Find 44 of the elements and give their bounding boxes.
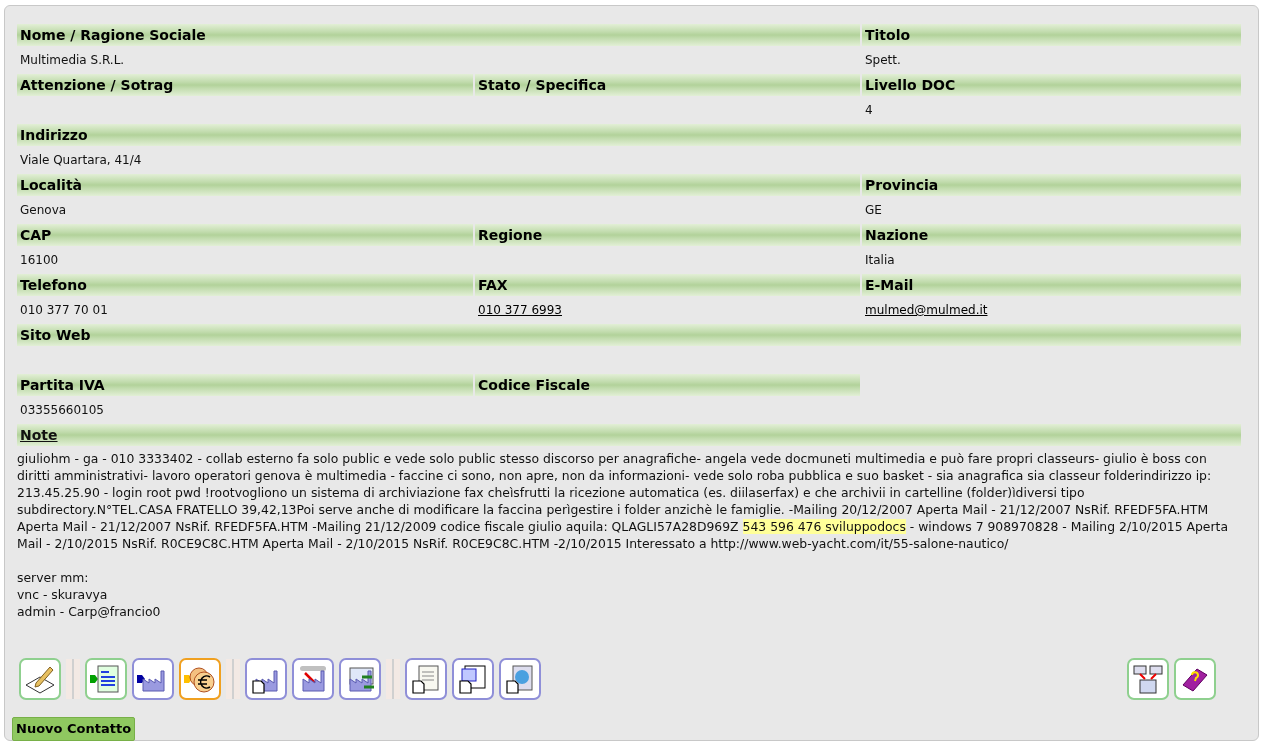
note-line: server mm: [17, 569, 90, 586]
field-header: Provincia [862, 174, 1241, 196]
document-icon[interactable] [85, 658, 127, 700]
field-value: Spett. [865, 52, 901, 69]
field-value: 010 377 70 01 [20, 302, 108, 319]
field-value: 03355660105 [20, 402, 104, 419]
field-header: CAP [17, 224, 473, 246]
field-header: FAX [475, 274, 860, 296]
note-line: admin - Carp@francio0 [17, 603, 162, 620]
field-header: Indirizzo [17, 124, 1241, 146]
new-contact-button[interactable]: Nuovo Contatto [12, 717, 136, 741]
field-value: Genova [20, 202, 67, 219]
field-link[interactable]: mulmed@mulmed.it [865, 301, 988, 319]
field-header: Nazione [862, 224, 1241, 246]
field-value: GE [865, 202, 882, 219]
note-header: Note [17, 424, 1241, 446]
note-text: giuliohm - ga - 010 3333402 - collab esterno fa solo public e vede solo public stesso discorso per anagrafiche- angela vede docmuneti multimedia e può fare propri classeurs- giulio è boss con diritti amministrativi- lavoro operatori genova è multimedia - faccine ci sono, non apre, non da informazioni- vede solo roba pubblica e suo basket - sia anagrafica sia classeur folderindirizzo ip: 213.45.25.90 - login root pwd !rootvogliono un sistema di archiviazione fax cheìsfrutti la ricezione automatica (es. diilaserfax) e che archivii in cartelline (folder)ìdiversi tipo subdirectory.N°TEL.CASA FRATELLO 39,42,13Poi serve anche di modificare la faccina perìgestire i folder anzichè le famiglie. -Mailing 20/12/2007 Aperta Mail - 21/12/2007 NsRif. RFEDF5FA.HTM Aperta Mail - 21/12/2007 NsRif. RFEDF5FA.HTM -Mailing 21/12/2009 codice fiscale giulio aquila: QLAGLI57A28D969Z 543 596 476 sviluppodocs - windows 7 908970828 - Mailing 2/10/2015 Aperta Mail - 2/10/2015 NsRif. R0CE9C8C.HTM Aperta Mail - 2/10/2015 NsRif. R0CE9C8C.HTM -2/10/2015 Interessato a http://www.web-yacht.com/it/55-salone-nautico/ [17, 450, 1229, 552]
field-header: Partita IVA [17, 374, 473, 396]
field-link[interactable]: 010 377 6993 [478, 301, 562, 319]
field-value: 16100 [20, 252, 59, 269]
windows-icon[interactable] [452, 658, 494, 700]
factory-icon[interactable] [132, 658, 174, 700]
field-header: Titolo [862, 24, 1241, 46]
notepad-icon[interactable] [405, 658, 447, 700]
note-line: vnc - skuravya [17, 586, 109, 603]
field-header: Telefono [17, 274, 473, 296]
field-header: Codice Fiscale [475, 374, 860, 396]
forms-merge-icon[interactable] [1127, 658, 1169, 700]
field-value: Multimedia S.R.L. [20, 52, 125, 69]
field-header: Regione [475, 224, 860, 246]
field-header: Località [17, 174, 860, 196]
field-header: Livello DOC [862, 74, 1241, 96]
field-value: Italia [865, 252, 895, 269]
field-value: Viale Quartara, 41/4 [20, 152, 142, 169]
field-header: Sito Web [17, 324, 1241, 346]
field-value: 4 [865, 102, 873, 119]
edit-pencil-icon[interactable] [19, 658, 61, 700]
field-header: Stato / Specifica [475, 74, 860, 96]
document-factory-icon[interactable] [245, 658, 287, 700]
field-header: Attenzione / Sotrag [17, 74, 473, 96]
arrow-factory-icon[interactable] [292, 658, 334, 700]
field-header: E-Mail [862, 274, 1241, 296]
field-header: Nome / Ragione Sociale [17, 24, 860, 46]
euro-coins-icon[interactable] [179, 658, 221, 700]
